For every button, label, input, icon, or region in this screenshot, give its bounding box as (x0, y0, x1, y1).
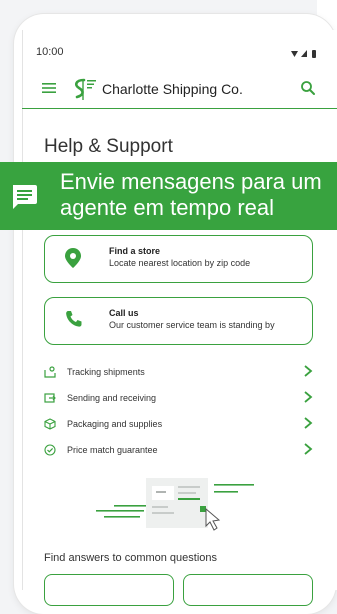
menu-icon[interactable] (42, 82, 56, 94)
link-label: Packaging and supplies (67, 419, 163, 429)
faq-card-right[interactable] (183, 574, 313, 606)
status-bar: 10:00 (36, 46, 321, 62)
chevron-right-icon (304, 391, 313, 403)
card-description: Our customer service team is standing by (109, 320, 275, 330)
card-title: Call us (109, 308, 139, 318)
link-label: Sending and receiving (67, 393, 157, 403)
link-price-match[interactable]: Price match guarantee (44, 441, 316, 467)
send-icon (44, 393, 56, 403)
chat-banner[interactable]: Envie mensagens para um agente em tempo … (0, 162, 337, 230)
phone-icon (66, 311, 82, 327)
search-icon[interactable] (300, 80, 316, 96)
link-packaging-supplies[interactable]: Packaging and supplies (44, 415, 316, 441)
status-icons (291, 50, 316, 58)
chevron-right-icon (304, 417, 313, 429)
banner-text: Envie mensagens para um agente em tempo … (60, 169, 322, 220)
tracking-icon (44, 366, 56, 378)
logo-icon (75, 78, 96, 100)
card-description: Locate nearest location by zip code (109, 258, 251, 268)
package-icon (44, 418, 56, 430)
card-title: Find a store (109, 246, 161, 256)
app-bar: Charlotte Shipping Co. (22, 72, 337, 109)
call-us-card[interactable]: Call us Our customer service team is sta… (44, 297, 313, 345)
help-links-list: Tracking shipments Sending and receiving… (44, 363, 316, 467)
location-pin-icon (65, 248, 81, 268)
faq-card-left[interactable] (44, 574, 174, 606)
chat-icon (13, 185, 37, 209)
page-title: Help & Support (44, 136, 173, 157)
brand-name: Charlotte Shipping Co. (102, 81, 243, 97)
link-label: Price match guarantee (67, 445, 158, 455)
chevron-right-icon (304, 443, 313, 455)
link-label: Tracking shipments (67, 367, 145, 377)
link-tracking-shipments[interactable]: Tracking shipments (44, 363, 316, 389)
check-badge-icon (44, 444, 56, 456)
find-store-card[interactable]: Find a store Locate nearest location by … (44, 235, 313, 283)
link-sending-receiving[interactable]: Sending and receiving (44, 389, 316, 415)
chevron-right-icon (304, 365, 313, 377)
faq-heading: Find answers to common questions (44, 552, 218, 564)
status-time: 10:00 (36, 46, 64, 58)
support-illustration (96, 478, 254, 531)
